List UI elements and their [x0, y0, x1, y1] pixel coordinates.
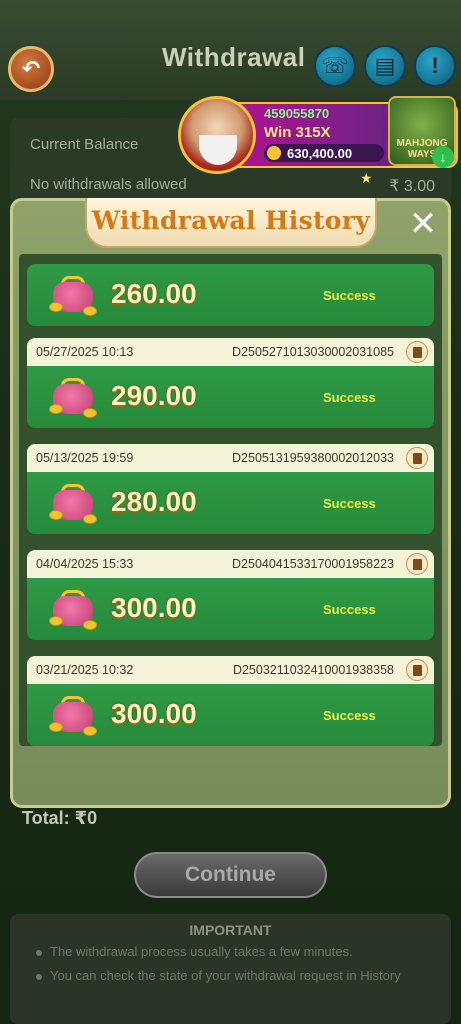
list-item: 05/27/2025 10:13 D2505271013030002031085… [27, 338, 434, 428]
back-arrow-icon: ↶ [21, 56, 41, 81]
list-item: 05/13/2025 19:59 D2505131959380002012033… [27, 444, 434, 534]
avatar-beard [199, 135, 237, 165]
exclamation-icon: ! [431, 53, 439, 78]
promo-amount-pill: 630,400.00 [264, 144, 384, 162]
copy-icon[interactable] [406, 553, 428, 575]
close-button[interactable]: ✕ [406, 205, 440, 243]
download-icon[interactable]: ↓ [432, 146, 454, 168]
record-date: 05/13/2025 19:59 [36, 451, 134, 465]
total-label: Total: ₹0 [22, 808, 98, 828]
copy-icon[interactable] [406, 341, 428, 363]
coin-purse-icon [49, 374, 99, 420]
copy-icon[interactable] [406, 659, 428, 681]
record-body: 290.00 Success [27, 366, 434, 428]
important-note: The withdrawal process usually takes a f… [50, 944, 353, 959]
modal-title-tab: Withdrawal History [85, 198, 377, 248]
coin-purse-icon [49, 692, 99, 738]
bullet-icon [36, 950, 42, 956]
document-search-icon: ▤ [374, 53, 396, 78]
chat-icon: ☏ [321, 53, 349, 78]
close-icon: ✕ [408, 205, 438, 243]
record-body: 300.00 Success [27, 578, 434, 640]
record-order-id: D2505271013030002031085 [232, 345, 394, 359]
record-order-id: D2505131959380002012033 [232, 451, 394, 465]
list-item: 04/04/2025 15:33 D2504041533170001958223… [27, 550, 434, 640]
support-chat-button[interactable]: ☏ [314, 45, 356, 87]
copy-icon[interactable] [406, 447, 428, 469]
promo-win-multiplier: Win 315X [264, 124, 331, 141]
promo-banner[interactable]: 459055870 Win 315X 630,400.00 MAHJONG WA… [178, 96, 460, 176]
promo-player-id: 459055870 [264, 106, 330, 121]
list-item: 03/21/2025 10:32 D2503211032410001938358… [27, 656, 434, 746]
status-badge: Success [323, 602, 376, 617]
record-body: 260.00 Success [27, 264, 434, 326]
history-button[interactable]: ▤ [364, 45, 406, 87]
coin-purse-icon [49, 272, 99, 318]
record-order-id: D2503211032410001938358 [232, 663, 394, 677]
player-avatar [178, 96, 256, 174]
bullet-icon [36, 974, 42, 980]
record-amount: 300.00 [111, 592, 197, 623]
record-amount: 300.00 [111, 698, 197, 729]
record-body: 300.00 Success [27, 684, 434, 746]
history-list[interactable]: 260.00 Success 05/27/2025 10:13 D2505271… [19, 254, 442, 746]
page-title: Withdrawal [162, 42, 306, 72]
back-button[interactable]: ↶ [8, 46, 54, 92]
record-header: 05/13/2025 19:59 D2505131959380002012033 [27, 444, 434, 472]
record-header: 03/21/2025 10:32 D2503211032410001938358 [27, 656, 434, 684]
record-header: 05/27/2025 10:13 D2505271013030002031085 [27, 338, 434, 366]
status-badge: Success [323, 390, 376, 405]
record-amount: 260.00 [111, 278, 197, 309]
record-body: 280.00 Success [27, 472, 434, 534]
status-badge: Success [323, 288, 376, 303]
record-date: 04/04/2025 15:33 [36, 557, 134, 571]
current-balance-label: Current Balance [30, 136, 139, 153]
status-badge: Success [323, 496, 376, 511]
no-withdrawals-value: ₹ 3.00 [389, 178, 435, 195]
record-date: 03/21/2025 10:32 [36, 663, 134, 677]
list-item: 260.00 Success [27, 264, 434, 326]
promo-amount: 630,400.00 [287, 145, 353, 161]
coin-icon [267, 146, 281, 160]
info-button[interactable]: ! [414, 45, 456, 87]
important-note: You can check the state of your withdraw… [50, 968, 401, 983]
record-date: 05/27/2025 10:13 [36, 345, 134, 359]
coin-purse-icon [49, 586, 99, 632]
important-title: IMPORTANT [189, 922, 272, 938]
no-withdrawals-label: No withdrawals allowed [30, 176, 187, 193]
record-amount: 290.00 [111, 380, 197, 411]
modal-title: Withdrawal History [91, 206, 371, 235]
record-header: 04/04/2025 15:33 D2504041533170001958223 [27, 550, 434, 578]
record-order-id: D2504041533170001958223 [232, 557, 394, 571]
coin-purse-icon [49, 480, 99, 526]
status-badge: Success [323, 708, 376, 723]
record-amount: 280.00 [111, 486, 197, 517]
continue-button[interactable]: Continue [134, 852, 327, 898]
